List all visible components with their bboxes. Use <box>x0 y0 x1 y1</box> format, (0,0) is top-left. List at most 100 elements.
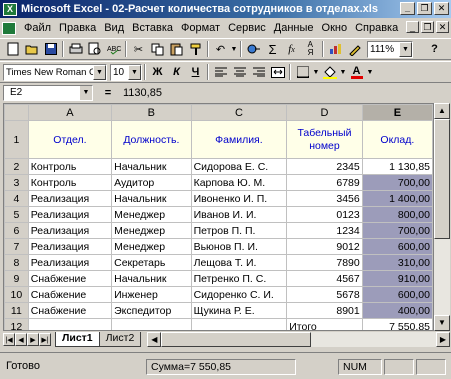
cell-employee-number[interactable]: 7890 <box>286 254 363 271</box>
cell-position[interactable]: Секретарь <box>111 254 192 271</box>
undo-icon[interactable]: ↶ <box>211 40 230 58</box>
cell-department[interactable]: Реализация <box>27 206 113 223</box>
cell-surname[interactable]: Иванов И. И. <box>190 206 288 223</box>
open-icon[interactable] <box>22 40 41 58</box>
cell-employee-number[interactable]: 2345 <box>286 158 363 175</box>
cell-department[interactable]: Снабжение <box>27 302 113 319</box>
format-painter-icon[interactable] <box>186 40 205 58</box>
cell-empty[interactable] <box>111 318 192 330</box>
borders-dropdown-icon[interactable]: ▼ <box>312 63 320 81</box>
font-size-dropdown-icon[interactable]: ▼ <box>128 64 141 80</box>
scroll-up-icon[interactable]: ▲ <box>434 103 450 119</box>
restore-button[interactable]: ❐ <box>417 2 432 15</box>
cell-surname[interactable]: Вьюнов П. И. <box>190 238 288 255</box>
header-cell-department[interactable]: Отдел. <box>27 120 113 159</box>
chart-wizard-icon[interactable] <box>326 40 345 58</box>
fill-color-icon[interactable] <box>320 63 339 81</box>
font-color-dropdown-icon[interactable]: ▼ <box>366 63 374 81</box>
print-icon[interactable] <box>66 40 85 58</box>
total-value[interactable]: 7 550,85 <box>361 318 433 330</box>
scroll-down-icon[interactable]: ▼ <box>434 315 450 331</box>
cell-salary[interactable]: 700,00 <box>361 222 433 239</box>
menu-data[interactable]: Данные <box>270 22 318 34</box>
cell-department[interactable]: Реализация <box>27 190 113 207</box>
menu-insert[interactable]: Вставка <box>128 22 177 34</box>
horizontal-scrollbar[interactable]: ◀ ▶ <box>147 332 450 347</box>
column-header-c[interactable]: C <box>190 104 288 121</box>
cell-position[interactable]: Начальник <box>111 190 192 207</box>
cell-employee-number[interactable]: 6789 <box>286 174 363 191</box>
menu-file[interactable]: Файл <box>20 22 55 34</box>
cell-surname[interactable]: Сидорова Е. С. <box>190 158 288 175</box>
cell-salary[interactable]: 310,00 <box>361 254 433 271</box>
cell-department[interactable]: Реализация <box>27 238 113 255</box>
zoom-select[interactable]: 111% ▼ <box>367 40 413 58</box>
cell-empty[interactable] <box>190 318 288 330</box>
cell-employee-number[interactable]: 4567 <box>286 270 363 287</box>
row-header[interactable]: 3 <box>4 174 29 191</box>
minimize-button[interactable]: _ <box>400 2 415 15</box>
function-icon[interactable]: fx <box>282 40 301 58</box>
cell-surname[interactable]: Петров П. П. <box>190 222 288 239</box>
cell-employee-number[interactable]: 3456 <box>286 190 363 207</box>
row-header[interactable]: 5 <box>4 206 29 223</box>
cell-department[interactable]: Снабжение <box>27 286 113 303</box>
merge-center-icon[interactable] <box>268 63 287 81</box>
undo-dropdown-icon[interactable]: ▼ <box>230 40 238 58</box>
column-header-a[interactable]: A <box>27 104 113 121</box>
font-size-select[interactable]: 10 ▼ <box>110 63 142 81</box>
cell-surname[interactable]: Карпова Ю. М. <box>190 174 288 191</box>
copy-icon[interactable] <box>148 40 167 58</box>
last-sheet-icon[interactable]: ▶| <box>39 333 51 346</box>
cell-employee-number[interactable]: 0123 <box>286 206 363 223</box>
column-header-d[interactable]: D <box>286 104 363 121</box>
cell-salary-active[interactable]: 1 130,85 <box>361 158 433 175</box>
cell-position[interactable]: Менеджер <box>111 222 192 239</box>
row-header[interactable]: 8 <box>4 254 29 271</box>
row-header[interactable]: 11 <box>4 302 29 319</box>
cell-position[interactable]: Экспедитор <box>111 302 192 319</box>
scroll-left-icon[interactable]: ◀ <box>147 332 162 347</box>
sort-ascending-icon[interactable]: АЯ <box>301 40 320 58</box>
menu-tools[interactable]: Сервис <box>224 22 270 34</box>
zoom-dropdown-icon[interactable]: ▼ <box>399 41 412 57</box>
hyperlink-icon[interactable] <box>244 40 263 58</box>
cell-salary[interactable]: 600,00 <box>361 286 433 303</box>
cell-empty[interactable] <box>27 318 113 330</box>
align-center-icon[interactable] <box>230 63 249 81</box>
row-header[interactable]: 9 <box>4 270 29 287</box>
font-color-icon[interactable]: A <box>347 63 366 81</box>
row-header[interactable]: 7 <box>4 238 29 255</box>
header-cell-employee-number[interactable]: Табельный номер <box>286 120 363 159</box>
select-all-corner[interactable] <box>4 104 29 121</box>
cell-surname[interactable]: Щукина Р. Е. <box>190 302 288 319</box>
cell-position[interactable]: Аудитор <box>111 174 192 191</box>
italic-button[interactable]: К <box>167 63 186 81</box>
doc-restore-button[interactable]: ❐ <box>421 21 434 33</box>
formula-input[interactable]: 1130,85 <box>123 87 162 99</box>
row-header[interactable]: 1 <box>4 120 29 159</box>
excel-app-icon[interactable]: X <box>3 2 17 16</box>
autosum-icon[interactable]: Σ <box>263 40 282 58</box>
drawing-icon[interactable] <box>345 40 364 58</box>
column-header-e[interactable]: E <box>361 104 433 121</box>
menu-edit[interactable]: Правка <box>55 22 100 34</box>
font-dropdown-icon[interactable]: ▼ <box>93 64 106 80</box>
first-sheet-icon[interactable]: |◀ <box>3 333 15 346</box>
fill-color-dropdown-icon[interactable]: ▼ <box>339 63 347 81</box>
cut-icon[interactable]: ✂ <box>129 40 148 58</box>
menu-window[interactable]: Окно <box>318 22 352 34</box>
cell-department[interactable]: Реализация <box>27 254 113 271</box>
align-left-icon[interactable] <box>211 63 230 81</box>
workbook-icon[interactable] <box>2 21 16 35</box>
name-box[interactable]: E2 ▼ <box>3 85 93 101</box>
menu-help[interactable]: Справка <box>351 22 402 34</box>
cell-salary[interactable]: 910,00 <box>361 270 433 287</box>
font-select[interactable]: Times New Roman Cyr ▼ <box>3 63 107 81</box>
prev-sheet-icon[interactable]: ◀ <box>15 333 27 346</box>
cell-position[interactable]: Менеджер <box>111 206 192 223</box>
align-right-icon[interactable] <box>249 63 268 81</box>
cell-department[interactable]: Контроль <box>27 174 113 191</box>
cell-surname[interactable]: Петренко П. С. <box>190 270 288 287</box>
close-button[interactable]: ✕ <box>434 2 449 15</box>
